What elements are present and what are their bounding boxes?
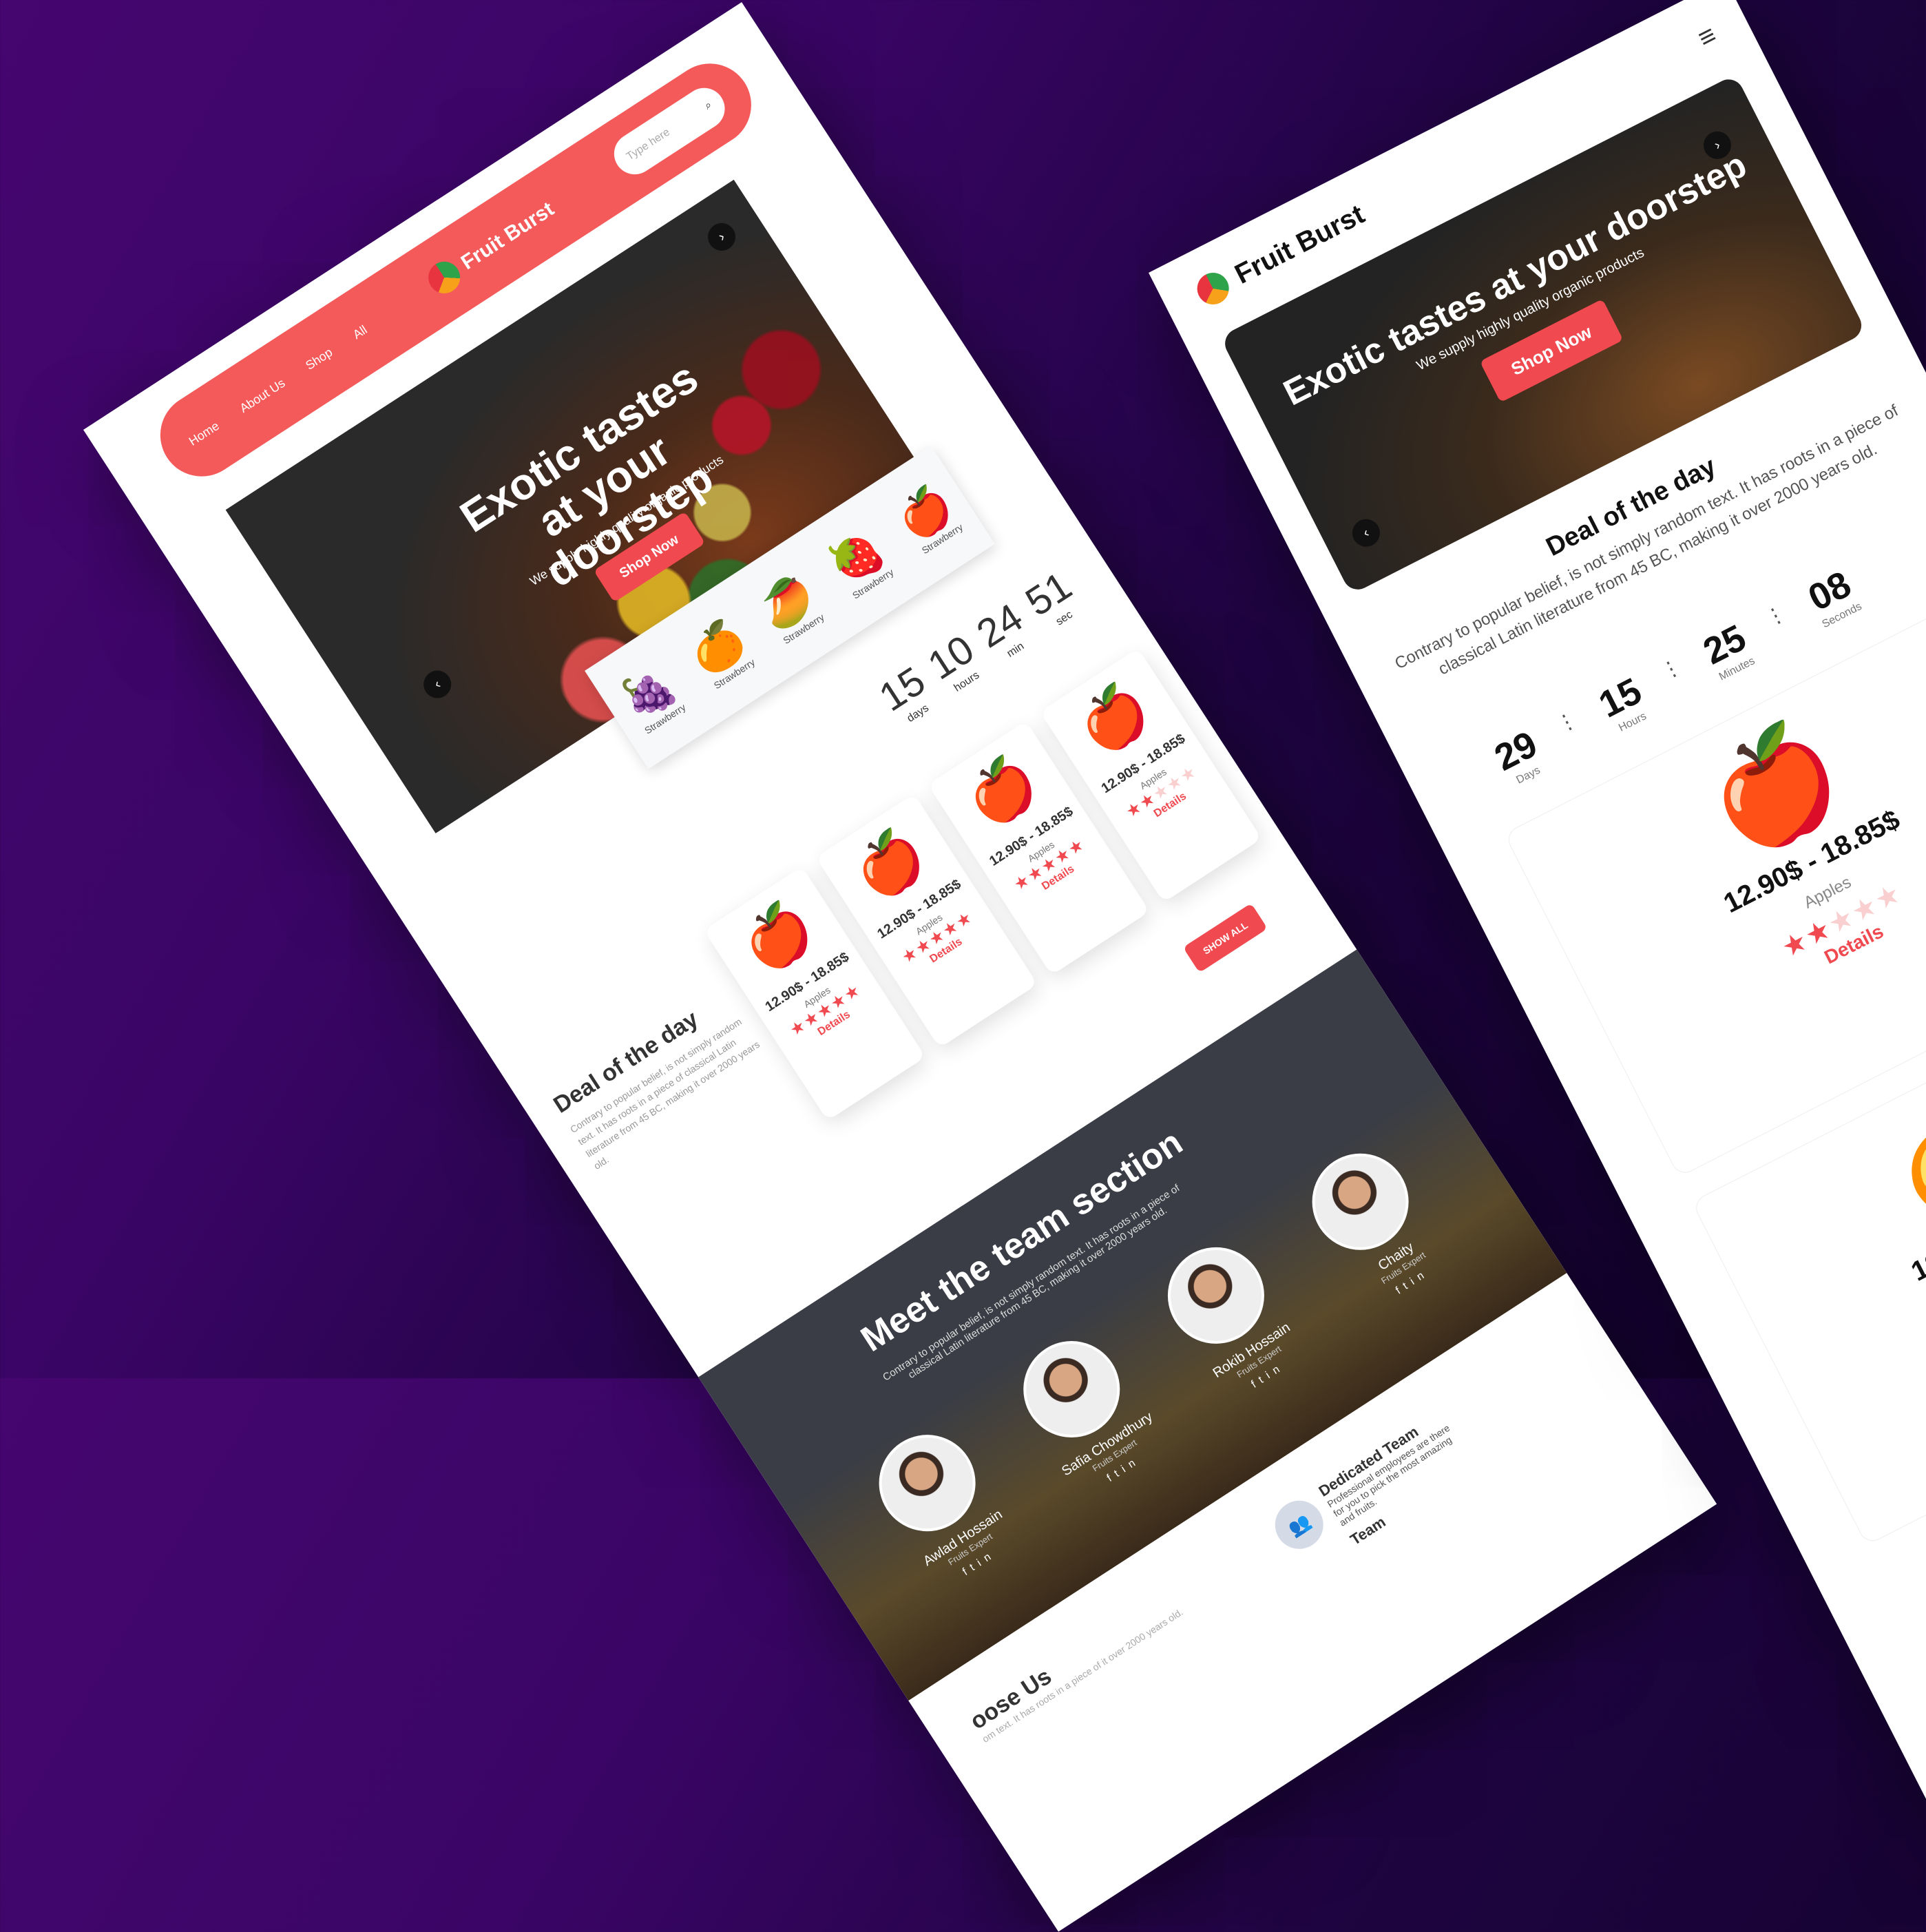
category-item[interactable]: 🍊 Strawberry [682,612,760,693]
category-item[interactable]: 🥭 Strawberry [751,567,828,647]
search-input[interactable]: Type here ⌕ [606,80,733,183]
countdown-unit: 51 sec [1018,563,1087,636]
hamburger-menu-icon[interactable]: ≡ [1693,19,1721,54]
product-cards: 🍎 12.90$ - 18.85$ Apples ★★★★★ Details 🍎 12.90… [704,647,1262,1121]
deal-section: Deal of the day Contrary to popular beli… [549,984,772,1173]
fruit-logo-icon [1191,267,1235,310]
team-member: Rokib Hossain Fruits Expert ftin [1135,1219,1326,1416]
separator: ⋮ [1761,601,1790,631]
team-member: Chaity Fruits Expert ftin [1279,1125,1471,1322]
countdown-unit: 15 days [871,658,940,731]
team-icon: 👥 [1266,1491,1333,1559]
category-item[interactable]: 🍎 Strawberry [890,477,967,558]
chevron-left-icon[interactable]: ‹ [418,665,457,704]
team-member: Safia Chowdhury Fruits Expert ftin [990,1313,1182,1510]
countdown-unit: 24 min [969,594,1038,667]
nav-home[interactable]: Home [186,419,222,449]
countdown-unit: 15 Hours [1592,669,1654,738]
chevron-left-icon[interactable]: ‹ [1348,514,1385,552]
search-placeholder: Type here [624,126,672,163]
team-member: Awlad Hossain Fruits Expert ftin [846,1407,1038,1604]
separator: ⋮ [1657,654,1686,685]
countdown-unit: 10 hours [920,626,989,699]
countdown-unit: 29 Days [1488,723,1550,791]
search-icon[interactable]: ⌕ [702,99,714,113]
brand-name: Fruit Burst [457,197,558,275]
separator: ⋮ [1552,707,1582,738]
chevron-right-icon[interactable]: › [702,218,741,256]
show-all-button[interactable]: SHOW ALL [1182,903,1268,973]
countdown-unit: 25 Minutes [1697,616,1759,685]
nav-shop[interactable]: Shop [303,345,335,373]
fruit-logo-icon [422,255,467,300]
nav-about[interactable]: About Us [237,375,288,415]
category-item[interactable]: 🍇 Strawberry [612,657,690,738]
category-item[interactable]: 🍓 Strawberry [820,522,898,603]
countdown-unit: 08 Seconds [1801,563,1864,632]
